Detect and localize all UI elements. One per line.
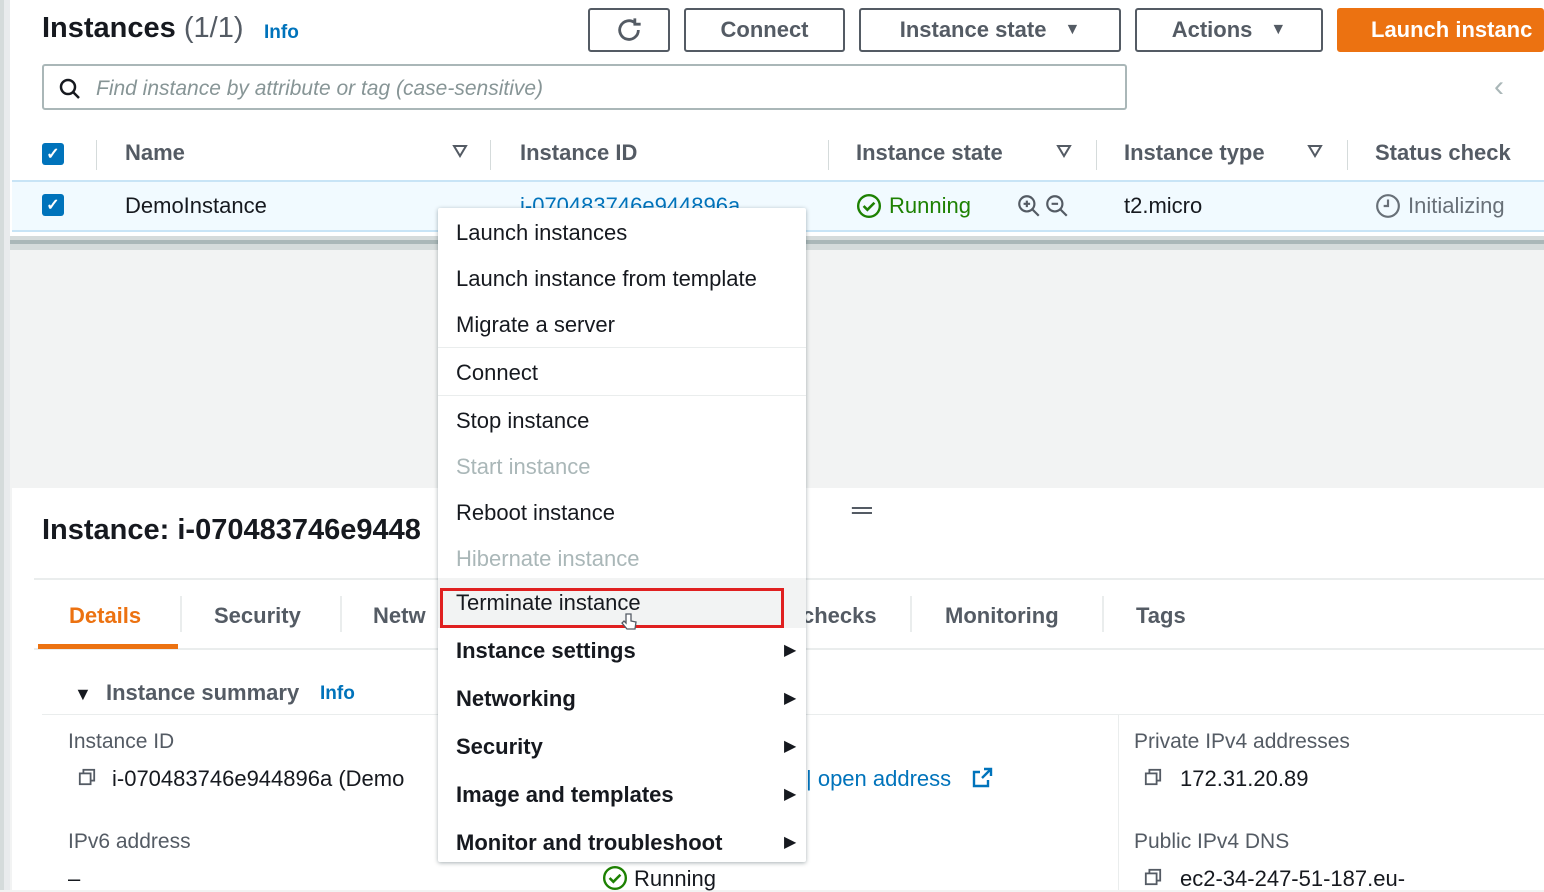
- success-check-icon: [602, 865, 628, 891]
- actions-label: Actions: [1171, 17, 1253, 42]
- menu-item-connect[interactable]: Connect: [456, 360, 538, 386]
- left-edge-border: [0, 0, 4, 890]
- column-header-instance-state[interactable]: Instance state: [856, 140, 1003, 166]
- menu-item-security[interactable]: Security: [456, 734, 543, 760]
- menu-item-start-instance: Start instance: [456, 454, 591, 479]
- menu-item-monitor-and-troubleshoot[interactable]: Monitor and troubleshoot: [456, 830, 722, 856]
- submenu-arrow-icon: ▶: [784, 786, 797, 803]
- instance-state-button[interactable]: Instance state ▼: [859, 8, 1121, 52]
- column-separator: [96, 140, 97, 170]
- menu-separator: [438, 395, 806, 396]
- menu-separator: [438, 347, 806, 348]
- copy-icon[interactable]: [1144, 868, 1162, 886]
- public-dns-value: ec2-34-247-51-187.eu-: [1180, 866, 1406, 891]
- instance-name: DemoInstance: [125, 193, 267, 218]
- tab-monitoring[interactable]: Monitoring: [945, 603, 1059, 629]
- tab-separator: [910, 596, 912, 632]
- submenu-arrow-icon: ▶: [784, 642, 797, 659]
- chevron-left-icon[interactable]: ‹: [1494, 70, 1504, 104]
- instance-id-label: Instance ID: [68, 730, 175, 753]
- refresh-icon: [618, 18, 641, 41]
- submenu-arrow-icon: ▶: [784, 690, 797, 707]
- column-header-status-check[interactable]: Status check: [1375, 140, 1511, 166]
- caret-down-icon: ▼: [1270, 21, 1287, 38]
- active-tab-indicator: [38, 644, 178, 649]
- menu-item-launch-from-template[interactable]: Launch instance from template: [456, 266, 757, 292]
- zoom-in-icon[interactable]: [1016, 193, 1042, 219]
- private-ipv4-value: 172.31.20.89: [1180, 766, 1309, 791]
- instance-state-value: Running: [889, 193, 971, 218]
- tab-security[interactable]: Security: [214, 603, 301, 629]
- instance-count: (1/1): [183, 12, 244, 44]
- menu-item-instance-settings[interactable]: Instance settings: [456, 638, 636, 664]
- menu-item-stop-instance[interactable]: Stop instance: [456, 408, 589, 434]
- column-separator: [1347, 140, 1348, 170]
- instance-detail-title: Instance: i-070483746e9448: [42, 514, 421, 546]
- column-header-instance-id[interactable]: Instance ID: [520, 140, 637, 166]
- actions-menu: Launch instances Launch instance from te…: [438, 208, 806, 862]
- menu-item-hibernate-instance: Hibernate instance: [456, 546, 640, 571]
- menu-item-networking[interactable]: Networking: [456, 686, 576, 712]
- tab-separator: [1102, 596, 1104, 632]
- search-icon: [59, 78, 80, 99]
- private-ipv4-label: Private IPv4 addresses: [1134, 730, 1350, 753]
- tab-networking[interactable]: Netw: [373, 603, 426, 629]
- detail-state-value: Running: [634, 866, 716, 891]
- search-input[interactable]: Find instance by attribute or tag (case-…: [42, 64, 1127, 110]
- menu-item-migrate-server[interactable]: Migrate a server: [456, 312, 615, 338]
- clock-icon: [1376, 194, 1400, 218]
- summary-info-link[interactable]: Info: [320, 683, 355, 705]
- ipv6-value: –: [68, 866, 81, 891]
- status-check-value: Initializing: [1408, 193, 1505, 218]
- instance-id-value: i-070483746e944896a (Demo: [112, 766, 405, 791]
- column-header-instance-type[interactable]: Instance type: [1124, 140, 1265, 166]
- caret-down-icon: ▼: [1064, 21, 1081, 38]
- tab-details[interactable]: Details: [69, 603, 141, 629]
- terminate-highlight-box: [440, 588, 784, 628]
- tab-tags[interactable]: Tags: [1136, 603, 1186, 629]
- refresh-button[interactable]: [588, 8, 670, 52]
- collapse-caret-icon[interactable]: ▼: [74, 684, 92, 705]
- hand-cursor-icon: [621, 613, 637, 630]
- info-link[interactable]: Info: [264, 22, 299, 44]
- copy-icon[interactable]: [78, 768, 96, 786]
- menu-item-launch-instances[interactable]: Launch instances: [456, 220, 627, 246]
- launch-instances-button[interactable]: Launch instanc: [1337, 8, 1544, 52]
- copy-icon[interactable]: [1144, 768, 1162, 786]
- column-separator: [1096, 140, 1097, 170]
- page-title: Instances (1/1): [42, 12, 244, 45]
- select-all-checkbox[interactable]: ✓: [42, 143, 64, 165]
- public-dns-label: Public IPv4 DNS: [1134, 830, 1290, 853]
- menu-item-reboot-instance[interactable]: Reboot instance: [456, 500, 615, 526]
- ipv6-label: IPv6 address: [68, 830, 191, 853]
- column-header-name[interactable]: Name: [125, 140, 185, 166]
- sort-icon[interactable]: [1307, 143, 1323, 159]
- actions-button[interactable]: Actions ▼: [1135, 8, 1323, 52]
- open-address-link[interactable]: | open address: [806, 766, 951, 792]
- instance-summary-heading[interactable]: Instance summary: [106, 680, 299, 706]
- success-check-icon: [856, 193, 882, 219]
- tab-separator: [180, 596, 182, 632]
- search-placeholder: Find instance by attribute or tag (case-…: [96, 77, 544, 100]
- instance-type-value: t2.micro: [1124, 193, 1203, 218]
- zoom-out-icon[interactable]: [1044, 193, 1070, 219]
- sort-icon[interactable]: [452, 143, 468, 159]
- row-checkbox[interactable]: ✓: [42, 194, 64, 216]
- menu-item-image-and-templates[interactable]: Image and templates: [456, 782, 674, 808]
- submenu-arrow-icon: ▶: [784, 738, 797, 755]
- instance-state-label: Instance state: [899, 17, 1047, 42]
- tab-separator: [340, 596, 342, 632]
- sort-icon[interactable]: [1056, 143, 1072, 159]
- connect-button[interactable]: Connect: [684, 8, 845, 52]
- column-separator: [828, 140, 829, 170]
- column-separator: [490, 140, 491, 170]
- tab-status-checks[interactable]: checks: [802, 603, 877, 629]
- page-title-text: Instances: [42, 12, 176, 44]
- external-link-icon[interactable]: [970, 766, 994, 790]
- column-divider: [1118, 714, 1119, 890]
- submenu-arrow-icon: ▶: [784, 834, 797, 851]
- drag-handle-icon[interactable]: ═: [852, 494, 872, 526]
